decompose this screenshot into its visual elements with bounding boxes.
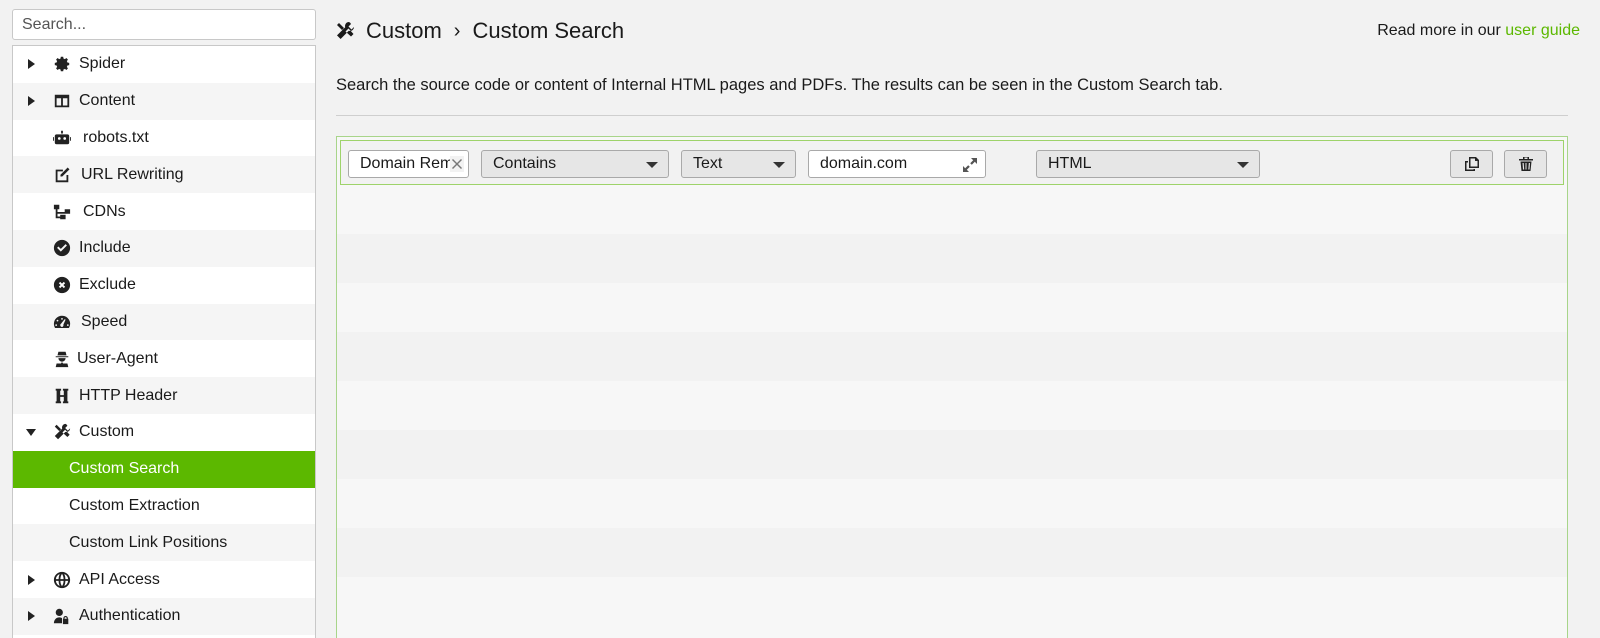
filter-name-input[interactable]: Domain Rem <box>348 150 469 178</box>
sidebar-item-label: robots.txt <box>83 128 149 146</box>
globe-icon <box>52 570 72 590</box>
empty-row <box>337 234 1567 283</box>
check-circle-icon <box>52 238 72 258</box>
sidebar-item-custom-extraction[interactable]: Custom Extraction <box>13 487 315 525</box>
chevron-right-icon[interactable] <box>23 608 39 624</box>
clear-icon[interactable] <box>450 156 464 172</box>
sidebar-item-cdns[interactable]: CDNs <box>13 193 315 230</box>
type-value: Text <box>693 155 723 172</box>
gear-icon <box>52 54 72 74</box>
sidebar-item-robots[interactable]: robots.txt <box>13 119 315 157</box>
query-value: domain.com <box>820 155 908 172</box>
sidebar-item-user-agent[interactable]: User-Agent <box>13 340 315 378</box>
breadcrumb-parent: Custom <box>366 18 442 43</box>
sidebar-item-content[interactable]: Content <box>13 82 315 120</box>
user-guide-link[interactable]: user guide <box>1505 22 1580 39</box>
sidebar-item-spider[interactable]: Spider <box>13 46 315 83</box>
empty-row <box>337 283 1567 332</box>
edit-icon <box>52 165 72 185</box>
tools-icon <box>52 422 72 442</box>
x-circle-icon <box>52 275 72 295</box>
empty-row <box>337 528 1567 577</box>
sidebar-item-label: Custom Search <box>69 460 180 478</box>
divider <box>336 115 1568 116</box>
copy-icon <box>1464 156 1480 172</box>
tools-icon <box>335 21 355 41</box>
user-lock-icon <box>52 606 72 626</box>
sidebar-item-label: API Access <box>79 570 160 588</box>
caret-down-icon <box>1237 162 1249 168</box>
caret-down-icon <box>646 162 658 168</box>
sidebar-item-custom[interactable]: Custom <box>13 413 315 451</box>
chevron-right-icon[interactable] <box>23 572 39 588</box>
sidebar-item-api-access[interactable]: API Access <box>13 561 315 598</box>
sidebar-item-label: Spider <box>79 55 126 73</box>
expand-icon[interactable] <box>962 157 978 173</box>
sidebar-item-label: Content <box>79 92 136 110</box>
type-select[interactable]: Text <box>681 150 796 178</box>
operator-select[interactable]: Contains <box>481 150 669 178</box>
sidebar-item-label: User-Agent <box>77 349 158 367</box>
settings-sidebar: Spider Content robots.txt URL Rewriting … <box>12 9 316 638</box>
layout-icon <box>52 91 72 111</box>
sidebar-item-url-rewriting[interactable]: URL Rewriting <box>13 156 315 194</box>
caret-down-icon <box>773 162 785 168</box>
chevron-right-icon[interactable] <box>23 56 39 72</box>
empty-row <box>337 332 1567 381</box>
sidebar-item-authentication[interactable]: Authentication <box>13 597 315 635</box>
sidebar-item-label: Custom <box>79 423 135 441</box>
empty-row <box>337 381 1567 430</box>
page-description: Search the source code or content of Int… <box>336 76 1223 94</box>
sidebar-search-input[interactable] <box>12 9 316 40</box>
sidebar-item-exclude[interactable]: Exclude <box>13 266 315 304</box>
settings-tree: Spider Content robots.txt URL Rewriting … <box>12 45 316 638</box>
sidebar-item-label: Exclude <box>79 276 136 294</box>
sidebar-item-label: Custom Extraction <box>69 496 200 514</box>
operator-value: Contains <box>493 155 557 172</box>
sidebar-item-custom-link-positions[interactable]: Custom Link Positions <box>13 524 315 562</box>
breadcrumb: Custom › Custom Search <box>335 16 624 46</box>
filter-name-value: Domain Rem <box>360 155 454 172</box>
user-secret-icon <box>52 349 72 369</box>
search-query-input[interactable]: domain.com <box>808 150 986 178</box>
sidebar-item-label: HTTP Header <box>79 386 178 404</box>
scope-select[interactable]: HTML <box>1036 150 1260 178</box>
sidebar-item-http-header[interactable]: HTTP Header <box>13 377 315 414</box>
empty-row <box>337 577 1567 626</box>
page-title: Custom Search <box>472 18 625 43</box>
empty-row <box>337 185 1567 234</box>
chevron-down-icon[interactable] <box>23 424 39 440</box>
scope-value: HTML <box>1048 155 1092 172</box>
sidebar-item-label: Include <box>79 239 131 257</box>
delete-button[interactable] <box>1504 150 1547 178</box>
sidebar-item-label: Custom Link Positions <box>69 533 228 551</box>
breadcrumb-separator: › <box>453 19 461 42</box>
chevron-right-icon[interactable] <box>23 93 39 109</box>
sidebar-item-label: URL Rewriting <box>81 165 184 183</box>
sidebar-item-include[interactable]: Include <box>13 229 315 267</box>
empty-row <box>337 479 1567 528</box>
sidebar-item-label: CDNs <box>83 202 126 220</box>
empty-row <box>337 430 1567 479</box>
search-filter-row: Domain Rem Contains Text domain.com HTML <box>340 140 1564 185</box>
heading-icon <box>52 386 72 406</box>
duplicate-button[interactable] <box>1450 150 1493 178</box>
robot-icon <box>52 128 72 148</box>
sidebar-item-speed[interactable]: Speed <box>13 303 315 341</box>
sidebar-item-custom-search[interactable]: Custom Search <box>13 450 315 488</box>
trash-icon <box>1518 156 1534 172</box>
custom-search-panel: Domain Rem Contains Text domain.com HTML <box>336 136 1568 638</box>
network-icon <box>52 202 72 222</box>
sidebar-item-label: Speed <box>81 312 128 330</box>
user-guide-note: Read more in our user guide <box>1377 22 1580 40</box>
sidebar-item-label: Authentication <box>79 607 181 625</box>
guide-prefix: Read more in our <box>1377 22 1501 39</box>
speedometer-icon <box>52 312 72 332</box>
